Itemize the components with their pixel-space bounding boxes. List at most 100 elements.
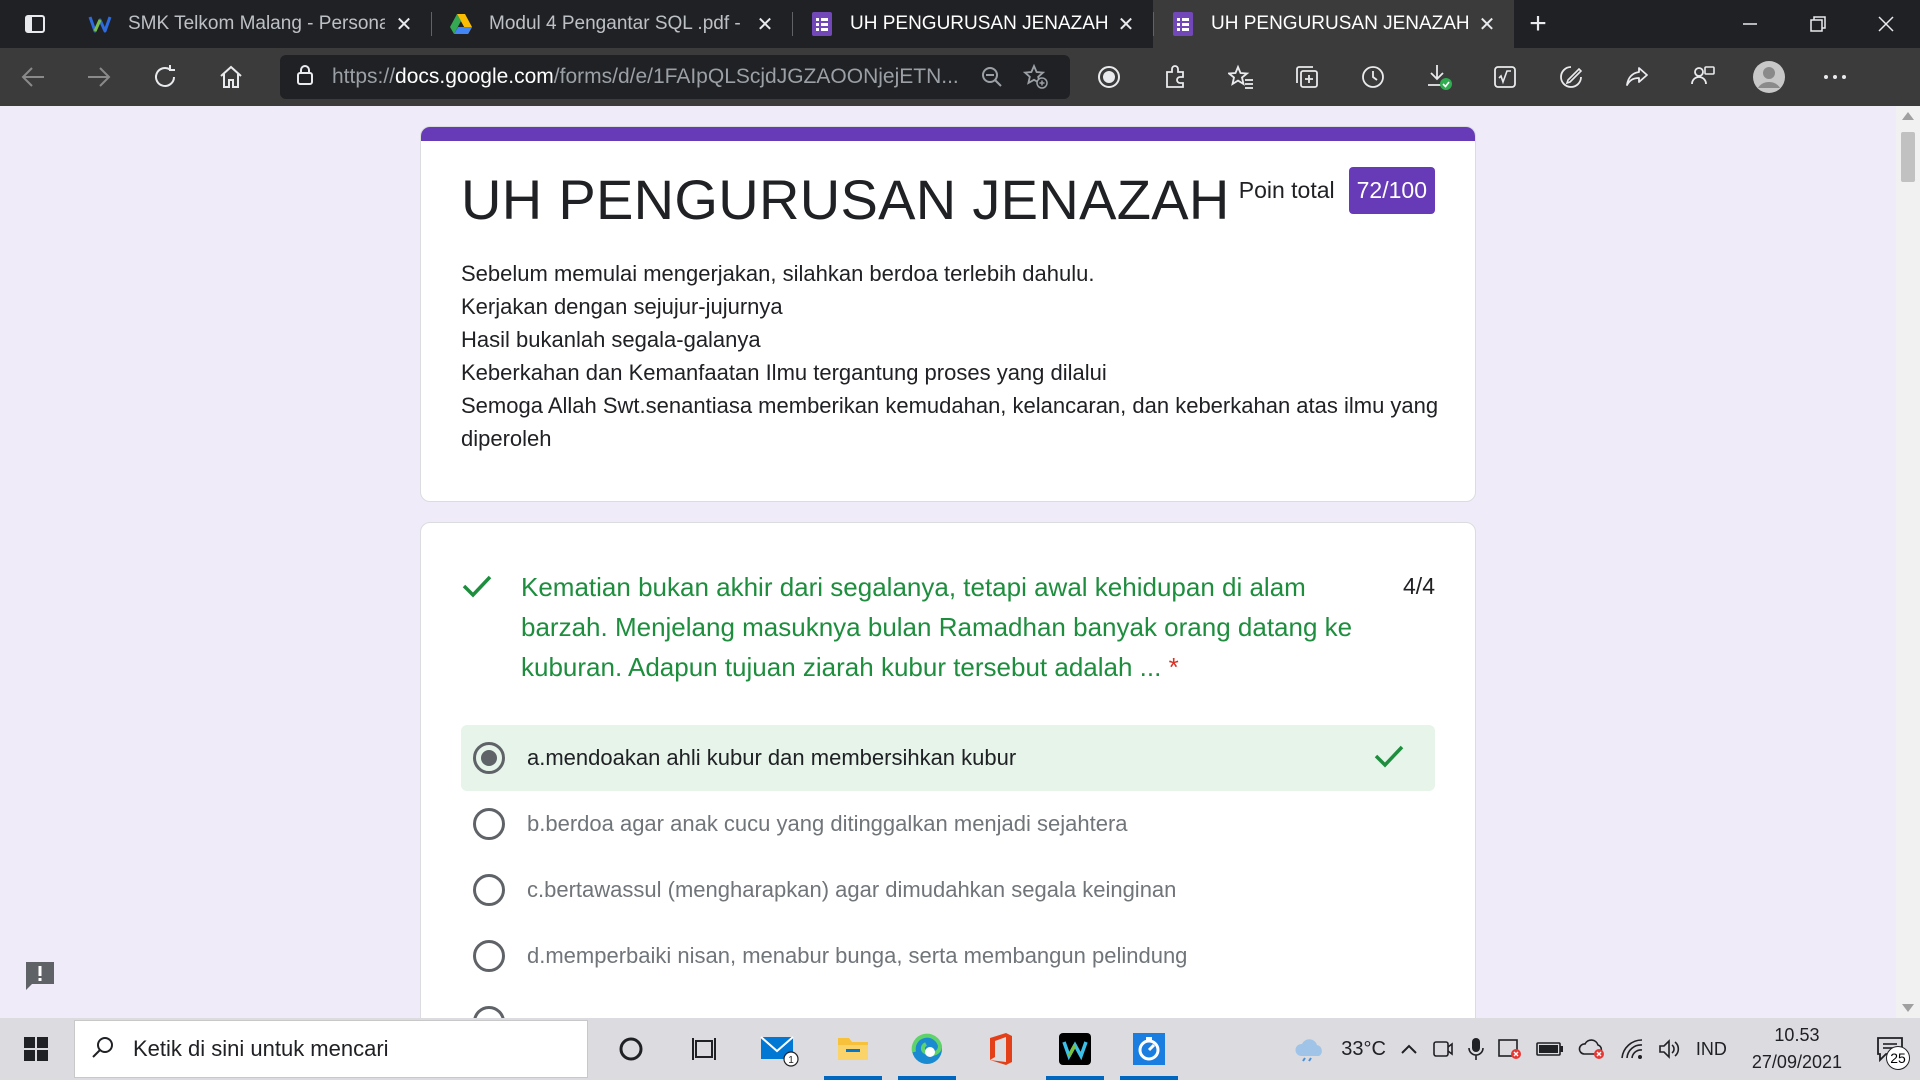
description-line: Kerjakan dengan sejujur-jujurnya [461, 294, 783, 319]
form-header-card: UH PENGURUSAN JENAZAH Poin total 72/100 … [420, 126, 1476, 502]
browser-tab-4-active[interactable]: UH PENGURUSAN JENAZAH ✕ [1153, 0, 1514, 48]
reload-button[interactable] [132, 48, 198, 106]
tab-title: UH PENGURUSAN JENAZAH [850, 13, 1107, 34]
mail-icon[interactable]: 1 [742, 1018, 816, 1080]
google-forms-icon [1171, 12, 1195, 36]
url-path: /forms/d/e/1FAIpQLScjdJGZAOONjejETN... [553, 65, 959, 88]
total-points: Poin total 72/100 [1239, 167, 1435, 214]
option-e-partial[interactable] [461, 989, 1435, 1018]
more-menu-icon[interactable] [1802, 48, 1868, 106]
action-center-icon[interactable]: 25 [1860, 1018, 1920, 1080]
option-d[interactable]: d.memperbaiki nisan, menabur bunga, sert… [461, 923, 1435, 989]
radio-unselected[interactable] [473, 874, 505, 906]
close-window-button[interactable] [1852, 0, 1920, 48]
webex-icon [88, 12, 112, 36]
wifi-icon[interactable] [1613, 1018, 1651, 1080]
close-icon[interactable]: ✕ [1476, 13, 1498, 36]
input-language[interactable]: IND [1689, 1018, 1734, 1080]
new-tab-button[interactable]: + [1514, 0, 1562, 48]
option-label: d.memperbaiki nisan, menabur bunga, sert… [527, 943, 1188, 968]
page-scrollbar[interactable] [1896, 106, 1920, 1018]
forward-button[interactable] [66, 48, 132, 106]
browser-tab-2[interactable]: Modul 4 Pengantar SQL .pdf - Go ✕ [431, 0, 792, 48]
description-line: Semoga Allah Swt.senantiasa memberikan k… [461, 393, 1439, 451]
radio-unselected[interactable] [473, 940, 505, 972]
weather-icon[interactable] [1286, 1018, 1334, 1080]
description-line: Sebelum memulai mengerjakan, silahkan be… [461, 261, 1095, 286]
back-button[interactable] [0, 48, 66, 106]
add-favorite-icon[interactable] [1014, 64, 1058, 90]
search-placeholder: Ketik di sini untuk mencari [133, 1036, 389, 1061]
form-accent-bar [421, 127, 1475, 141]
tab-actions-icon[interactable] [0, 0, 70, 48]
taskbar-search-input[interactable]: Ketik di sini untuk mencari [74, 1020, 588, 1078]
report-issue-icon[interactable] [22, 958, 58, 994]
feedback-icon[interactable] [1670, 48, 1736, 106]
app-icon-blue[interactable] [1112, 1018, 1186, 1080]
windows-start-icon[interactable] [0, 1018, 72, 1080]
restore-button[interactable] [1784, 0, 1852, 48]
points-badge: 72/100 [1348, 167, 1435, 214]
web-capture-icon[interactable] [1538, 48, 1604, 106]
volume-icon[interactable] [1651, 1018, 1689, 1080]
google-forms-icon [810, 12, 834, 36]
extensions-icon[interactable] [1142, 48, 1208, 106]
answer-options: a.mendoakan ahli kubur dan membersihkan … [461, 725, 1435, 1018]
office-icon[interactable] [964, 1018, 1038, 1080]
option-c[interactable]: c.bertawassul (mengharapkan) agar dimuda… [461, 857, 1435, 923]
lock-icon[interactable] [296, 64, 314, 91]
google-drive-icon [449, 12, 473, 36]
form-title: UH PENGURUSAN JENAZAH [461, 168, 1230, 231]
radio-selected[interactable] [473, 742, 505, 774]
radio-unselected[interactable] [473, 1006, 505, 1018]
profile-avatar[interactable] [1736, 48, 1802, 106]
points-label: Poin total [1238, 177, 1335, 203]
option-a[interactable]: a.mendoakan ahli kubur dan membersihkan … [461, 725, 1435, 791]
radio-unselected[interactable] [473, 808, 505, 840]
webex-taskbar-icon[interactable] [1038, 1018, 1112, 1080]
address-bar[interactable]: https://docs.google.com/forms/d/e/1FAIpQ… [280, 55, 1070, 99]
question-score: 4/4 [1403, 573, 1435, 599]
history-icon[interactable] [1340, 48, 1406, 106]
zoom-search-icon[interactable] [970, 66, 1014, 88]
minimize-button[interactable] [1716, 0, 1784, 48]
tab-title: UH PENGURUSAN JENAZAH [1211, 13, 1468, 34]
cloud-sync-error-icon[interactable] [1571, 1018, 1613, 1080]
option-label: a.mendoakan ahli kubur dan membersihkan … [527, 745, 1017, 770]
weather-temperature[interactable]: 33°C [1334, 1018, 1393, 1080]
home-button[interactable] [198, 48, 264, 106]
taskbar-clock[interactable]: 10.53 27/09/2021 [1734, 1022, 1860, 1076]
file-explorer-icon[interactable] [816, 1018, 890, 1080]
tab-title: Modul 4 Pengantar SQL .pdf - Go [489, 13, 746, 34]
browser-tab-1[interactable]: SMK Telkom Malang - Personal F ✕ [70, 0, 431, 48]
scroll-up-icon[interactable] [1902, 112, 1914, 120]
form-description: Sebelum memulai mengerjakan, silahkan be… [461, 257, 1441, 455]
browser-tab-3[interactable]: UH PENGURUSAN JENAZAH ✕ [792, 0, 1153, 48]
tray-app-icon[interactable] [1491, 1018, 1529, 1080]
task-view-icon[interactable] [668, 1018, 742, 1080]
page-viewport: UH PENGURUSAN JENAZAH Poin total 72/100 … [0, 106, 1920, 1018]
close-icon[interactable]: ✕ [393, 13, 415, 36]
microphone-icon[interactable] [1461, 1018, 1491, 1080]
close-icon[interactable]: ✕ [754, 13, 776, 36]
downloads-icon[interactable] [1406, 48, 1472, 106]
meet-now-icon[interactable] [1425, 1018, 1461, 1080]
math-solver-icon[interactable] [1472, 48, 1538, 106]
battery-icon[interactable] [1529, 1018, 1571, 1080]
close-icon[interactable]: ✕ [1115, 13, 1137, 36]
url-text[interactable]: https://docs.google.com/forms/d/e/1FAIpQ… [332, 65, 970, 89]
cortana-icon[interactable] [594, 1018, 668, 1080]
option-b[interactable]: b.berdoa agar anak cucu yang ditinggalka… [461, 791, 1435, 857]
scroll-thumb[interactable] [1901, 132, 1915, 182]
browser-toolbar: https://docs.google.com/forms/d/e/1FAIpQ… [0, 48, 1920, 106]
record-extension-icon[interactable] [1076, 48, 1142, 106]
collections-icon[interactable] [1274, 48, 1340, 106]
show-hidden-icons-chevron-up-icon[interactable] [1393, 1018, 1425, 1080]
url-scheme: https:// [332, 65, 396, 88]
scroll-down-icon[interactable] [1902, 1004, 1914, 1012]
tab-title: SMK Telkom Malang - Personal F [128, 13, 385, 34]
share-icon[interactable] [1604, 48, 1670, 106]
favorites-icon[interactable] [1208, 48, 1274, 106]
question-card: Kematian bukan akhir dari segalanya, tet… [420, 522, 1476, 1018]
edge-browser-icon[interactable] [890, 1018, 964, 1080]
